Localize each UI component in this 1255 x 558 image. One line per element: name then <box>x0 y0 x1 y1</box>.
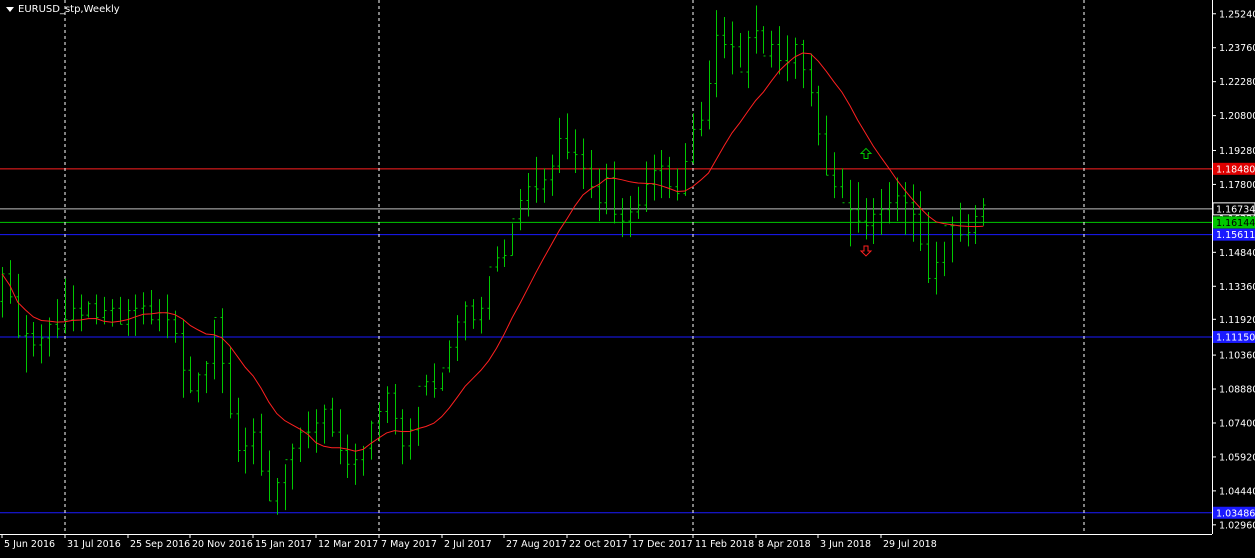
time-tick-label: 8 Apr 2018 <box>758 539 811 550</box>
chart-window[interactable]: 1.25240 1.23760 1.22280 1.20800 1.19280 1.178… <box>0 0 1255 554</box>
time-tick-label: 20 Nov 2016 <box>192 539 253 550</box>
time-tick-label: 3 Jun 2018 <box>820 539 871 550</box>
time-tick-label: 31 Jul 2016 <box>67 539 121 550</box>
price-tick-label: 1.05920 <box>1219 452 1255 463</box>
time-tick-label: 17 Dec 2017 <box>632 539 693 550</box>
level-label: 1.11150 <box>1216 332 1255 343</box>
price-tick-label: 1.10360 <box>1219 351 1255 362</box>
time-tick-label: 7 May 2017 <box>381 539 437 550</box>
price-tick-label: 1.08880 <box>1219 385 1255 396</box>
time-tick-label: 5 Jun 2016 <box>4 539 55 550</box>
price-tick-label: 1.22280 <box>1219 77 1255 88</box>
plot-background <box>0 0 1255 554</box>
price-chart[interactable]: 1.25240 1.23760 1.22280 1.20800 1.19280 1.178… <box>0 0 1255 554</box>
symbol-title[interactable]: EURUSD_stp,Weekly <box>6 4 120 15</box>
time-tick-label: 12 Mar 2017 <box>318 539 378 550</box>
time-tick-label: 29 Jul 2018 <box>883 539 937 550</box>
price-tick-label: 1.13360 <box>1219 282 1255 293</box>
price-tick-label: 1.23760 <box>1219 43 1255 54</box>
time-tick-label: 11 Feb 2018 <box>695 539 754 550</box>
dropdown-triangle-icon[interactable] <box>6 7 14 12</box>
level-label: 1.15611 <box>1216 230 1255 241</box>
time-tick-label: 22 Oct 2017 <box>569 539 628 550</box>
price-tick-label: 1.11920 <box>1219 315 1255 326</box>
price-tick-label: 1.20800 <box>1219 111 1255 122</box>
price-tick-label: 1.14840 <box>1219 248 1255 259</box>
price-tick-label: 1.19280 <box>1219 146 1255 157</box>
price-tick-label: 1.25240 <box>1219 9 1255 20</box>
time-tick-label: 25 Sep 2016 <box>130 539 190 550</box>
price-tick-label: 1.07400 <box>1219 418 1255 429</box>
price-tick-label: 1.17800 <box>1219 180 1255 191</box>
time-tick-label: 15 Jan 2017 <box>255 539 312 550</box>
level-label: 1.16144 <box>1216 218 1255 229</box>
level-label: 1.18480 <box>1216 164 1255 175</box>
time-tick-label: 2 Jul 2017 <box>444 539 492 550</box>
time-tick-label: 27 Aug 2017 <box>506 539 567 550</box>
symbol-title-text: EURUSD_stp,Weekly <box>18 4 120 15</box>
price-tick-label: 1.02960 <box>1219 520 1255 531</box>
level-label: 1.16734 <box>1216 204 1255 215</box>
price-tick-label: 1.04440 <box>1219 486 1255 497</box>
level-label: 1.03486 <box>1216 508 1255 519</box>
